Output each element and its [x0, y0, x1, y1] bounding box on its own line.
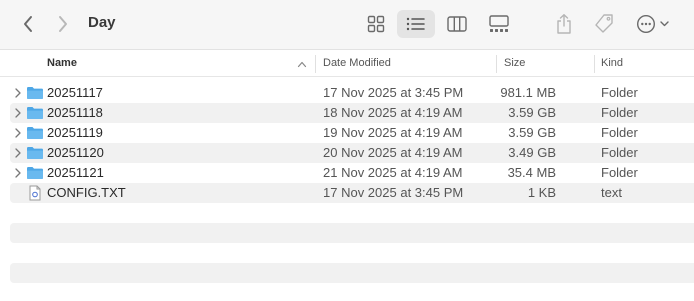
share-icon: [557, 14, 571, 34]
file-kind: Folder: [601, 105, 638, 120]
grid-icon: [367, 15, 385, 33]
empty-row-stripe: [10, 223, 694, 243]
ellipsis-circle-icon: [636, 14, 669, 34]
size-column-header[interactable]: Size: [504, 51, 525, 77]
tag-icon: [595, 14, 613, 33]
file-name: 20251121: [47, 165, 104, 180]
disclosure-triangle-icon[interactable]: [14, 168, 22, 178]
empty-row-stripe: [10, 263, 694, 283]
file-kind: Folder: [601, 165, 638, 180]
date-modified: 19 Nov 2025 at 4:19 AM: [323, 125, 463, 140]
column-view-button[interactable]: [443, 11, 471, 37]
share-button[interactable]: [552, 9, 576, 39]
finder-window: Day Name Date Modified Size Kind 2025111…: [0, 0, 694, 301]
table-row[interactable]: 20251119 19 Nov 2025 at 4:19 AM 3.59 GB …: [10, 123, 694, 143]
gallery-view-button[interactable]: [484, 11, 514, 37]
disclosure-triangle-icon[interactable]: [14, 88, 22, 98]
file-size: 1 KB: [527, 185, 556, 200]
folder-icon: [27, 167, 43, 179]
file-name: CONFIG.TXT: [47, 185, 126, 200]
file-name: 20251120: [47, 145, 104, 160]
table-row[interactable]: 20251121 21 Nov 2025 at 4:19 AM 35.4 MB …: [10, 163, 694, 183]
table-row[interactable]: 20251120 20 Nov 2025 at 4:19 AM 3.49 GB …: [10, 143, 694, 163]
list-view-button[interactable]: [397, 10, 435, 38]
folder-icon: [27, 127, 43, 139]
date-modified: 17 Nov 2025 at 3:45 PM: [323, 85, 464, 100]
date-modified: 21 Nov 2025 at 4:19 AM: [323, 165, 463, 180]
folder-icon: [27, 107, 43, 119]
date-modified: 18 Nov 2025 at 4:19 AM: [323, 105, 463, 120]
disclosure-triangle-icon[interactable]: [14, 108, 22, 118]
kind-column-header[interactable]: Kind: [601, 51, 623, 77]
chevron-right-icon: [59, 16, 67, 32]
list-icon: [406, 17, 425, 31]
file-size: 3.59 GB: [508, 105, 556, 120]
tag-button[interactable]: [590, 10, 618, 38]
column-divider[interactable]: [315, 55, 316, 73]
file-kind: text: [601, 185, 622, 200]
folder-icon: [27, 87, 43, 99]
date-modified: 17 Nov 2025 at 3:45 PM: [323, 185, 464, 200]
date-modified-column-header[interactable]: Date Modified: [323, 51, 391, 77]
file-size: 35.4 MB: [507, 165, 556, 180]
table-row[interactable]: CONFIG.TXT 17 Nov 2025 at 3:45 PM 1 KB t…: [10, 183, 694, 203]
file-kind: Folder: [601, 145, 638, 160]
file-name: 20251117: [47, 85, 103, 100]
file-size: 981.1 MB: [500, 85, 556, 100]
sort-ascending-icon[interactable]: [297, 59, 307, 69]
toolbar: Day: [0, 0, 694, 50]
file-kind: Folder: [601, 85, 638, 100]
file-kind: Folder: [601, 125, 638, 140]
columns-icon: [447, 16, 467, 32]
column-divider[interactable]: [594, 55, 595, 73]
forward-button[interactable]: [51, 11, 75, 37]
more-actions-button[interactable]: [634, 10, 676, 38]
table-row[interactable]: 20251118 18 Nov 2025 at 4:19 AM 3.59 GB …: [10, 103, 694, 123]
back-button[interactable]: [16, 11, 40, 37]
file-size: 3.49 GB: [508, 145, 556, 160]
date-modified: 20 Nov 2025 at 4:19 AM: [323, 145, 463, 160]
name-column-header[interactable]: Name: [47, 51, 77, 77]
file-name: 20251119: [47, 125, 103, 140]
icon-view-button[interactable]: [362, 11, 390, 37]
chevron-left-icon: [24, 16, 32, 32]
window-title: Day: [88, 14, 116, 31]
disclosure-triangle-icon[interactable]: [14, 148, 22, 158]
folder-icon: [27, 147, 43, 159]
disclosure-triangle-icon[interactable]: [14, 128, 22, 138]
file-name: 20251118: [47, 105, 103, 120]
file-size: 3.59 GB: [508, 125, 556, 140]
gallery-icon: [489, 15, 509, 32]
table-row[interactable]: 20251117 17 Nov 2025 at 3:45 PM 981.1 MB…: [10, 83, 694, 103]
column-header: Name Date Modified Size Kind: [0, 51, 694, 77]
text-file-icon: [29, 185, 41, 201]
column-divider[interactable]: [496, 55, 497, 73]
